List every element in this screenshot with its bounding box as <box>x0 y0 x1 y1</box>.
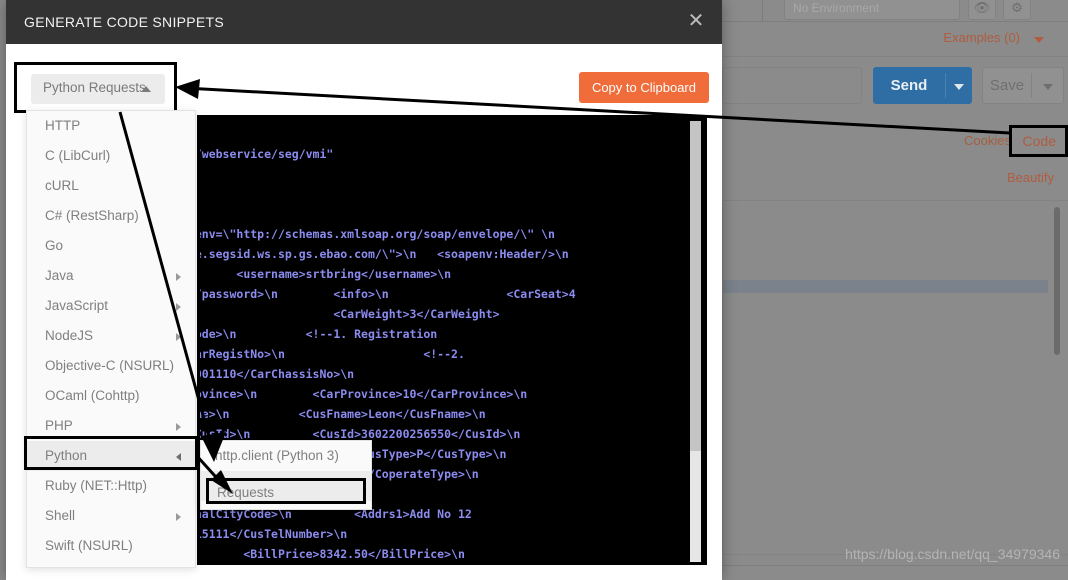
generate-code-snippets-modal: GENERATE CODE SNIPPETS ✕ Python Requests… <box>6 0 722 580</box>
topbar-divider <box>762 0 763 22</box>
language-menu-item[interactable]: C# (RestSharp) <box>27 201 195 231</box>
code-line: <CarCode>B000016</CarCode>\n <!--1. Regi… <box>200 327 438 341</box>
language-dropdown-menu[interactable]: HTTP C (LibCurl) cURL C# (RestSharp) Go Java J… <box>26 110 196 568</box>
code-line: xmlns:ser=\"http://service.segsid.ws.sp.… <box>200 247 569 261</box>
save-button[interactable]: Save <box>982 67 1064 104</box>
language-menu-item[interactable]: PHP <box>27 411 195 441</box>
response-highlighted-row <box>723 280 1048 293</box>
language-menu-item-label: Java <box>45 268 74 283</box>
environment-selector[interactable]: No Environment <box>784 0 960 20</box>
code-line: <CarCC>5000</CarCC>\n <CarWeight>3</CarW… <box>333 307 500 321</box>
python-submenu-item-label: http.client (Python 3) <box>215 448 339 463</box>
send-button-divider <box>945 73 946 98</box>
close-icon[interactable]: ✕ <box>684 10 708 34</box>
examples-link[interactable]: Examples (0) <box>943 30 1020 45</box>
code-line: <CarChassisNo>C7711001110</CarChassisNo>… <box>200 367 355 381</box>
code-scrollbar-thumb[interactable] <box>690 121 701 451</box>
chevron-down-icon[interactable] <box>954 84 964 90</box>
save-button-divider <box>1031 73 1032 98</box>
language-menu-item[interactable]: Objective-C (NSURL) <box>27 351 195 381</box>
language-menu-item-label: Shell <box>45 508 76 523</box>
response-pane <box>722 200 1068 555</box>
code-line: <CarRegistNo>01202110</CarRegistNo>\n <!… <box>200 347 465 361</box>
chevron-up-icon <box>141 86 151 92</box>
url-input[interactable] <box>722 67 862 104</box>
app-topbar: No Environment 👁 ⚙ <box>722 0 1068 22</box>
language-menu-item[interactable]: C (LibCurl) <box>27 141 195 171</box>
cookies-link[interactable]: Cookies <box>964 133 1011 148</box>
app-status-bar <box>722 565 1068 580</box>
language-menu-item-label: cURL <box>45 178 79 193</box>
language-menu-item[interactable]: Python <box>27 441 195 471</box>
chevron-right-icon <box>176 333 181 341</box>
send-button[interactable]: Send <box>873 67 972 104</box>
request-url-row: Send Save <box>722 56 1068 104</box>
language-menu-item-label: C (LibCurl) <box>45 148 111 163</box>
beautify-link[interactable]: Beautify <box>1007 170 1054 185</box>
language-menu-item[interactable]: Java <box>27 261 195 291</box>
gear-icon[interactable]: ⚙ <box>1003 0 1031 20</box>
language-menu-item-label: Objective-C (NSURL) <box>45 358 175 373</box>
code-line: <soapenv:Envelope xmlns:soapenv=\"http:/… <box>197 227 555 241</box>
save-button-label: Save <box>989 77 1025 94</box>
language-menu-item[interactable]: OCaml (Cohttp) <box>27 381 195 411</box>
language-menu-item-label: C# (RestSharp) <box>45 208 139 223</box>
code-line: <BillVat>521.50</BillVat>\n <box>197 564 707 565</box>
code-line: <CarProvince>10</CarProvince>\n <CarProv… <box>200 387 528 401</box>
language-selector-button[interactable]: Python Requests <box>31 74 165 104</box>
language-menu-item[interactable]: NodeJS <box>27 321 195 351</box>
chevron-right-icon <box>176 273 181 281</box>
language-menu-item-label: Go <box>45 238 64 253</box>
chevron-right-icon <box>176 303 181 311</box>
language-menu-item-label: Python <box>45 448 88 463</box>
screen: No Environment 👁 ⚙ Examples (0) Send Sav… <box>0 0 1068 580</box>
language-menu-item-label: PHP <box>45 418 73 433</box>
code-line: url = "http://10.25.17.87/gi/webservice/… <box>197 147 334 161</box>
language-selector-annotation-box: Python Requests <box>14 62 177 113</box>
code-line: <CusFname>Leon</CusFname>\n <CusFname>Le… <box>200 407 486 421</box>
response-scrollbar[interactable] <box>1054 207 1060 355</box>
python-submenu[interactable]: http.client (Python 3) Requests <box>200 440 372 510</box>
modal-title: GENERATE CODE SNIPPETS <box>24 14 225 30</box>
language-menu-item[interactable]: Shell <box>27 501 195 531</box>
eye-icon[interactable]: 👁 <box>968 0 996 20</box>
request-tools-row: Cookies Code <box>722 103 1068 157</box>
chevron-down-icon[interactable] <box>1034 37 1044 43</box>
code-line: payload = "{\"id1\":\"\"} <box>200 184 704 204</box>
language-menu-item-label: OCaml (Cohttp) <box>45 388 140 403</box>
language-menu-item[interactable]: HTTP <box>27 111 195 141</box>
code-line: <password>Bao12345</password>\n <info>\n… <box>197 287 576 301</box>
examples-row: Examples (0) <box>722 23 1068 55</box>
watermark: https://blog.csdn.net/qq_34979346 <box>845 546 1060 562</box>
python-submenu-item-label: Requests <box>215 478 273 493</box>
chevron-down-icon[interactable] <box>1043 84 1053 90</box>
code-line: <ser:SendPolicy>\n <username>srtbring</u… <box>236 267 452 281</box>
language-menu-item-label: JavaScript <box>45 298 109 313</box>
copy-to-clipboard-button[interactable]: Copy to Clipboard <box>578 72 709 103</box>
chevron-right-icon <box>176 513 181 521</box>
chevron-left-icon <box>176 453 181 461</box>
send-button-label: Send <box>890 77 928 94</box>
python-submenu-item[interactable]: http.client (Python 3) <box>201 441 371 471</box>
language-menu-item-label: HTTP <box>45 118 81 133</box>
modal-header: GENERATE CODE SNIPPETS ✕ <box>6 0 722 44</box>
chevron-right-icon <box>176 423 181 431</box>
python-submenu-item[interactable]: Requests <box>201 471 371 501</box>
language-menu-item[interactable]: cURL <box>27 171 195 201</box>
language-menu-item[interactable]: Swift (NSURL) <box>27 531 195 561</box>
code-link[interactable]: Code <box>1008 125 1068 157</box>
language-menu-item[interactable]: JavaScript <box>27 291 195 321</box>
language-menu-item-label: NodeJS <box>45 328 94 343</box>
language-menu-item[interactable]: Ruby (NET::Http) <box>27 471 195 501</box>
code-line: <CusTelNumber>0701915111</CusTelNumber>\… <box>200 527 348 541</box>
code-line: <CusPostCode>\n <BillPrice>8342.50</Bill… <box>243 547 465 561</box>
language-menu-item-label: Swift (NSURL) <box>45 538 133 553</box>
language-menu-item-label: Ruby (NET::Http) <box>45 478 148 493</box>
language-selector-value: Python Requests <box>43 80 146 95</box>
language-menu-item[interactable]: Go <box>27 231 195 261</box>
